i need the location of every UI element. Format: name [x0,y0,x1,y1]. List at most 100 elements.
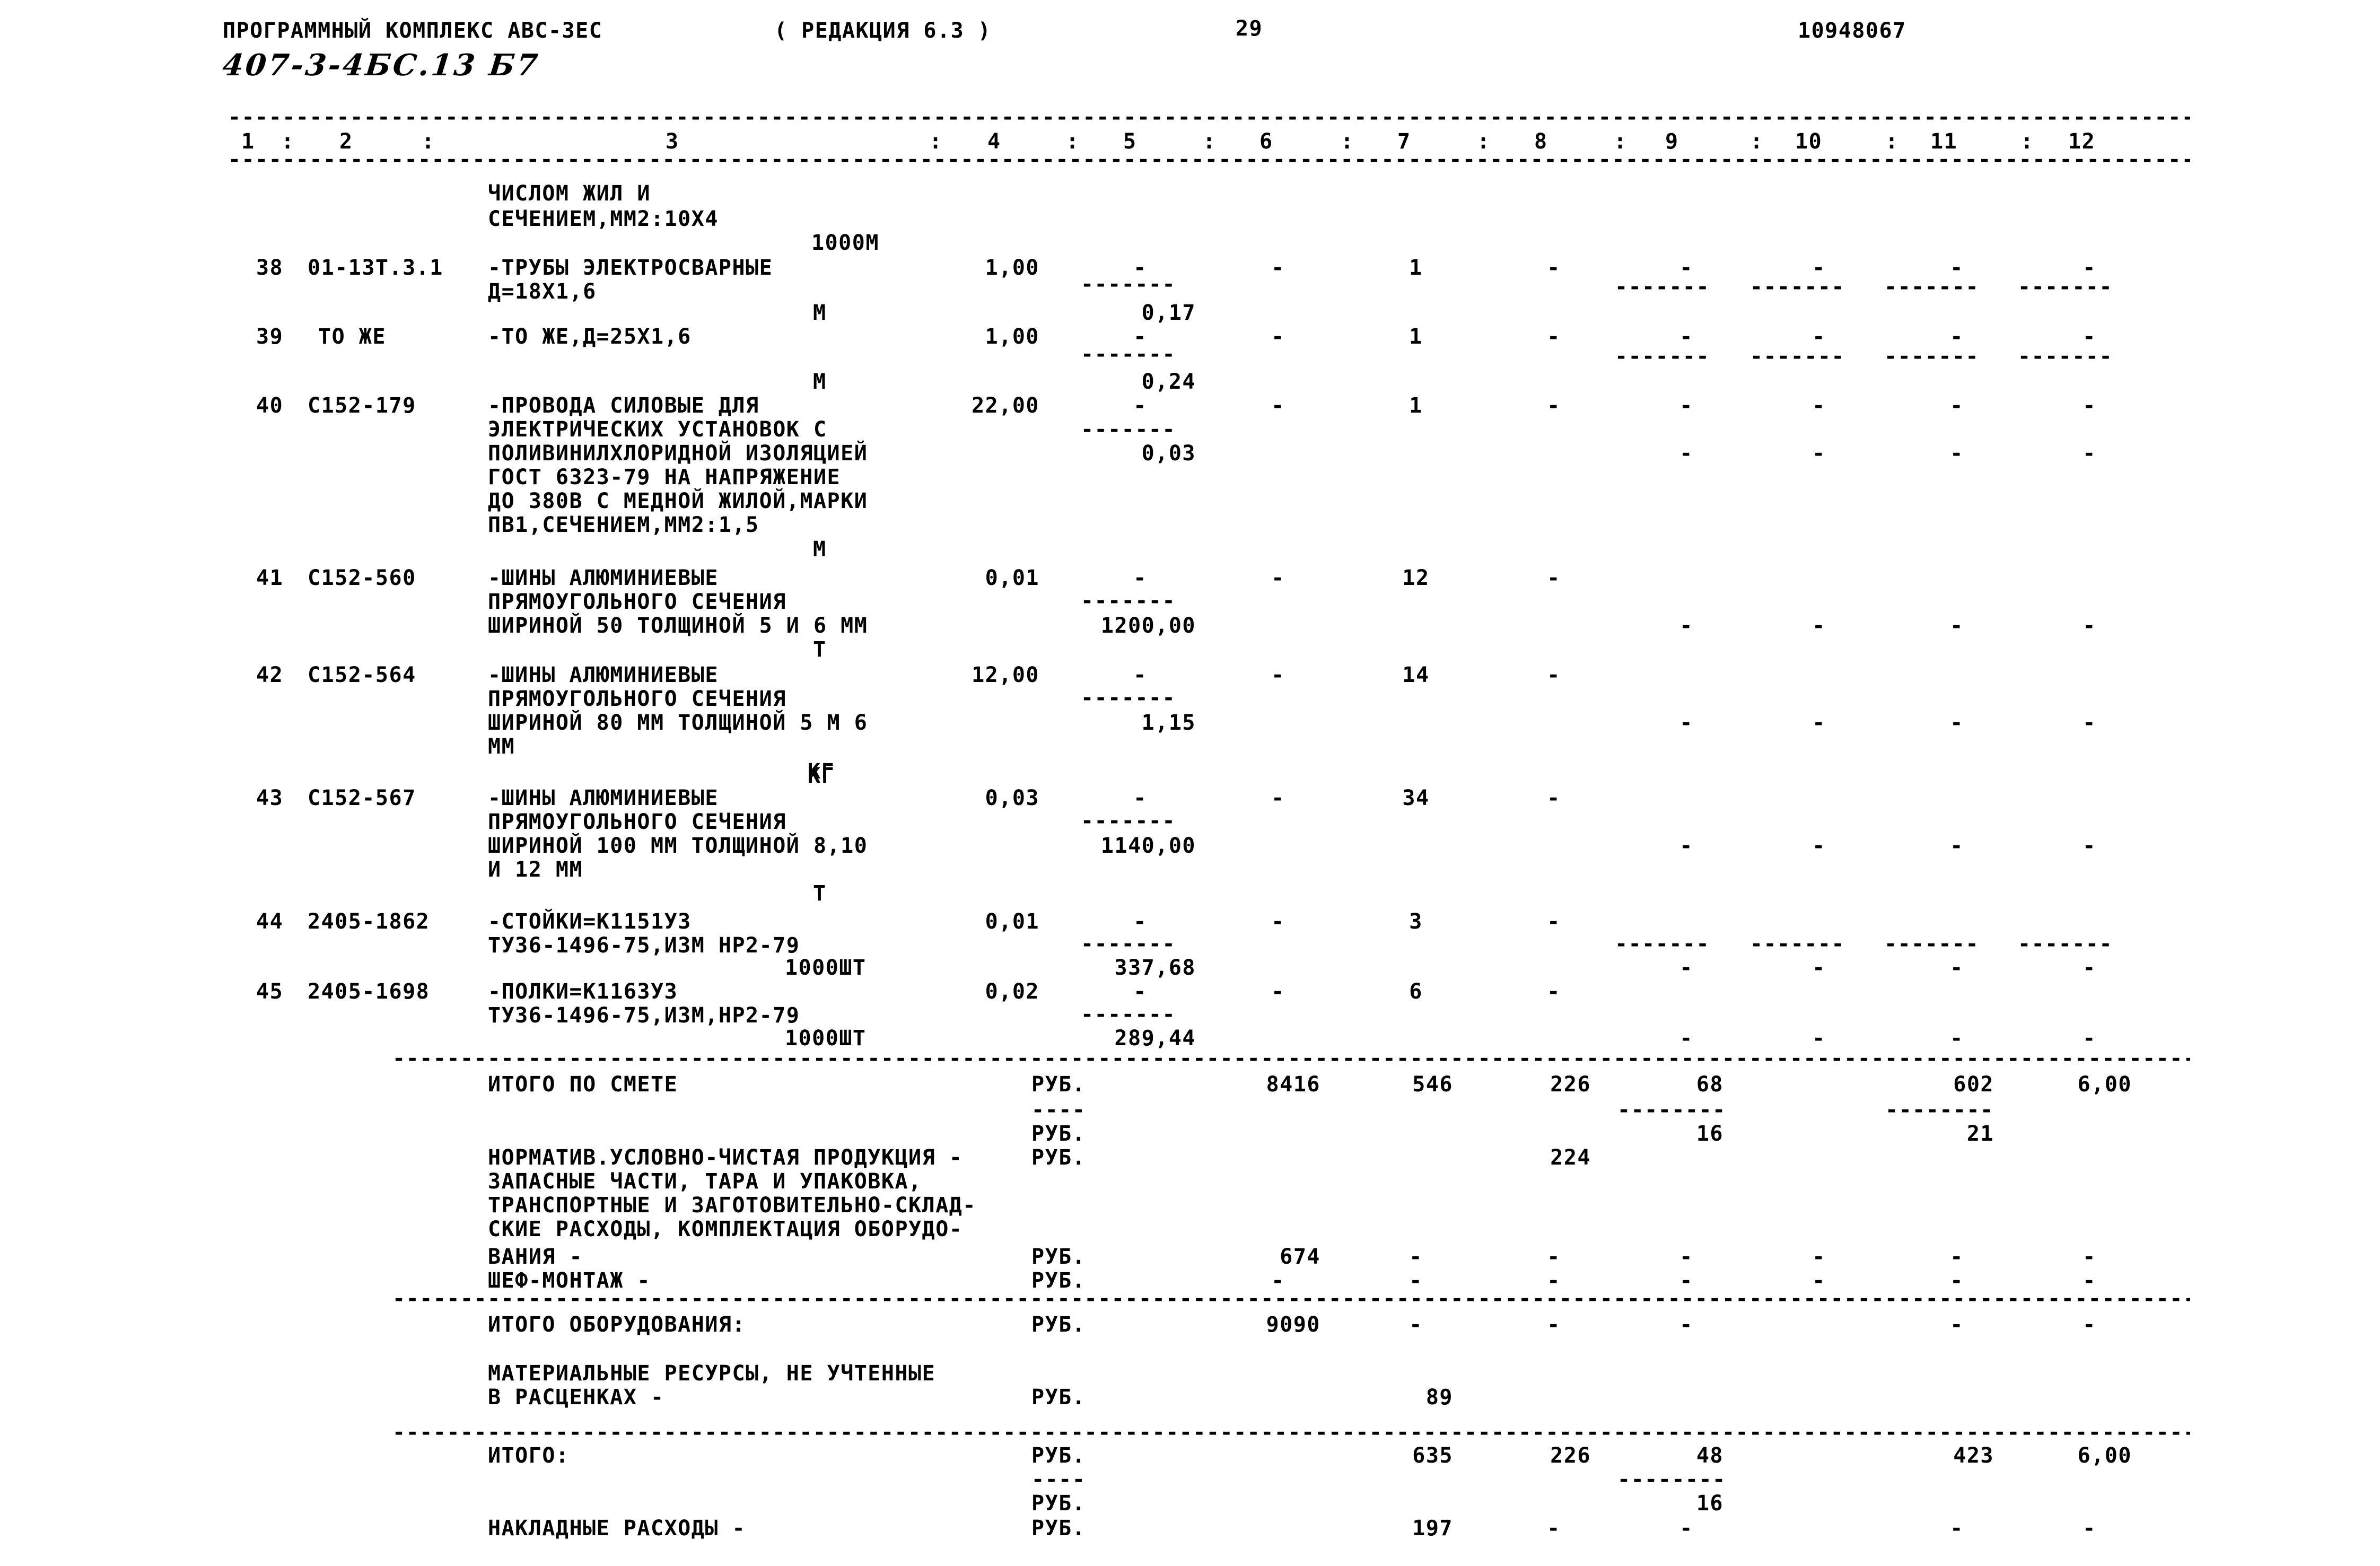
row-40-num: 40 [256,393,284,418]
col-sep-3: : [929,129,943,154]
row-44-c11: - [1950,956,1964,980]
continued-item-line1: ЧИСЛОМ ЖИЛ И [488,181,651,206]
row-43-unit: Т [813,881,827,906]
row-45-code: 2405-1698 [308,979,430,1004]
row-41-c5-placeholder: - [1133,566,1147,590]
row-43-c6: - [1271,786,1285,810]
total-smeta-c12: 6,00 [2077,1072,2132,1097]
row-41-num: 41 [256,566,284,590]
row-41-unit: Т [813,637,827,662]
col-num-5: 5 [1123,129,1137,154]
row-43-c5: 1140,00 [1100,834,1196,858]
total-smeta-c7: 546 [1412,1072,1453,1097]
normativ-line-0: НОРМАТИВ.УСЛОВНО-ЧИСТАЯ ПРОДУКЦИЯ - [488,1145,963,1170]
shefmontazh-c9: - [1679,1268,1693,1293]
col-num-7: 7 [1397,129,1411,154]
row-44-dash-c10: ------- [1750,932,1845,956]
continued-item-line2: СЕЧЕНИЕМ,ММ2:10Х4 [488,207,719,231]
total-smeta-c9: 68 [1696,1072,1723,1097]
edition-label: ( РЕДАКЦИЯ 6.3 ) [774,19,992,43]
col-sep-9: : [1750,129,1764,154]
row-44-c12: - [2082,956,2096,980]
row-39-desc-0: -ТО ЖЕ,Д=25Х1,6 [488,325,692,349]
row-40-desc-5: ПВ1,СЕЧЕНИЕМ,ММ2:1,5 [488,513,759,537]
nakladnye-c11: - [1950,1516,1964,1541]
row-43-c9: - [1679,834,1693,858]
itogo-currency-underline: ---- [1031,1467,1086,1492]
row-45-desc-0: -ПОЛКИ=К1163У3 [488,979,678,1004]
col-num-10: 10 [1795,129,1823,154]
nakladnye-c7: 197 [1412,1516,1453,1541]
row-43-c5-rule: ------- [1081,809,1176,833]
oborudovaniya-c12: - [2082,1313,2096,1337]
printout-page: ПРОГРАММНЫЙ КОМПЛЕКС АВС-ЗЕС ( РЕДАКЦИЯ … [0,0,2380,1566]
shefmontazh-currency: РУБ. [1031,1268,1086,1293]
row-44-desc-0: -СТОЙКИ=К1151У3 [488,909,692,934]
row-45-c8: - [1547,979,1561,1004]
oborudovaniya-label: ИТОГО ОБОРУДОВАНИЯ: [488,1313,746,1337]
row-41-c8: - [1547,566,1561,590]
row-45-c5-rule: ------- [1081,1002,1176,1027]
row-43-c5-placeholder: - [1133,786,1147,810]
nakladnye-c8: - [1547,1516,1561,1541]
col-num-11: 11 [1930,129,1958,154]
row-38-dash-c9: ------- [1615,275,1710,299]
row-40-c5-rule: ------- [1081,417,1176,442]
shefmontazh-c7: - [1409,1268,1423,1293]
shefmontazh-c11: - [1950,1268,1964,1293]
row-39-code: ТО ЖЕ [318,325,386,349]
row-38-dash-c10: ------- [1750,275,1845,299]
row-43-c8: - [1547,786,1561,810]
row-42-c12: - [2082,711,2096,735]
nakladnye-currency-top: РУБ. [1031,1491,1086,1516]
col-sep-5: : [1203,129,1217,154]
row-40-c11b: - [1950,441,1964,466]
vaniya-c10: - [1812,1245,1826,1269]
row-43-c7: 34 [1402,786,1430,810]
vaniya-c6: 674 [1280,1245,1320,1269]
nakladnye-currency: РУБ. [1031,1516,1086,1541]
row-39-c5-rule: ------- [1081,342,1176,366]
row-43-code: С152-567 [308,786,416,810]
row-41-desc-0: -ШИНЫ АЛЮМИНИЕВЫЕ [488,566,719,590]
row-45-c10: - [1812,1026,1826,1051]
document-number: 10948067 [1798,19,1906,43]
handwritten-project-code: 407-3-4БС.13 Б7 [221,48,541,83]
row-43-c12: - [2082,834,2096,858]
row-44-c5: 337,68 [1114,956,1196,980]
oborudovaniya-c6: 9090 [1266,1313,1320,1337]
normativ-line-3: СКИЕ РАСХОДЫ, КОМПЛЕКТАЦИЯ ОБОРУДО- [488,1217,963,1241]
row-40-c7: 1 [1409,393,1423,418]
itogo-c12: 6,00 [2077,1443,2132,1468]
total-normativ-c8: 224 [1550,1145,1591,1170]
row-45-c12: - [2082,1026,2096,1051]
row-38-code: 01-13Т.3.1 [308,256,443,280]
vaniya-c7: - [1409,1245,1423,1269]
row-42-c5-rule: ------- [1081,686,1176,710]
normativ-line-2: ТРАНСПОРТНЫЕ И ЗАГОТОВИТЕЛЬНО-СКЛАД- [488,1193,976,1218]
itogo-label: ИТОГО: [488,1443,570,1468]
col-num-9: 9 [1665,129,1679,154]
row-42-code: С152-564 [308,663,416,687]
col-num-1: 1 [241,129,255,154]
rule-top: ----------------------------------------… [228,111,2190,123]
row-40-desc-0: -ПРОВОДА СИЛОВЫЕ ДЛЯ [488,393,759,418]
row-42-desc-0: -ШИНЫ АЛЮМИНИЕВЫЕ [488,663,719,687]
material-line-1: В РАСЦЕНКАХ - [488,1385,664,1410]
col-sep-2: : [422,129,435,154]
rule-above-smeta-total: ----------------------------------------… [392,1053,2190,1064]
material-line-0: МАТЕРИАЛЬНЫЕ РЕСУРСЫ, НЕ УЧТЕННЫЕ [488,1361,936,1386]
row-41-c5-rule: ------- [1081,589,1176,613]
row-45-num: 45 [256,979,284,1004]
row-41-c5: 1200,00 [1100,614,1196,638]
row-38-dash-c11: ------- [1884,275,1980,299]
col-num-3: 3 [666,129,679,154]
row-40-c5-placeholder: - [1133,393,1147,418]
material-currency: РУБ. [1031,1385,1086,1410]
total-normativ-currency-1: РУБ. [1031,1122,1086,1146]
row-44-dash-c12: ------- [2018,932,2113,956]
row-38-qty: 1,00 [985,256,1039,280]
itogo-currency: РУБ. [1031,1443,1086,1468]
row-40-c9b: - [1679,441,1693,466]
row-43-c10: - [1812,834,1826,858]
